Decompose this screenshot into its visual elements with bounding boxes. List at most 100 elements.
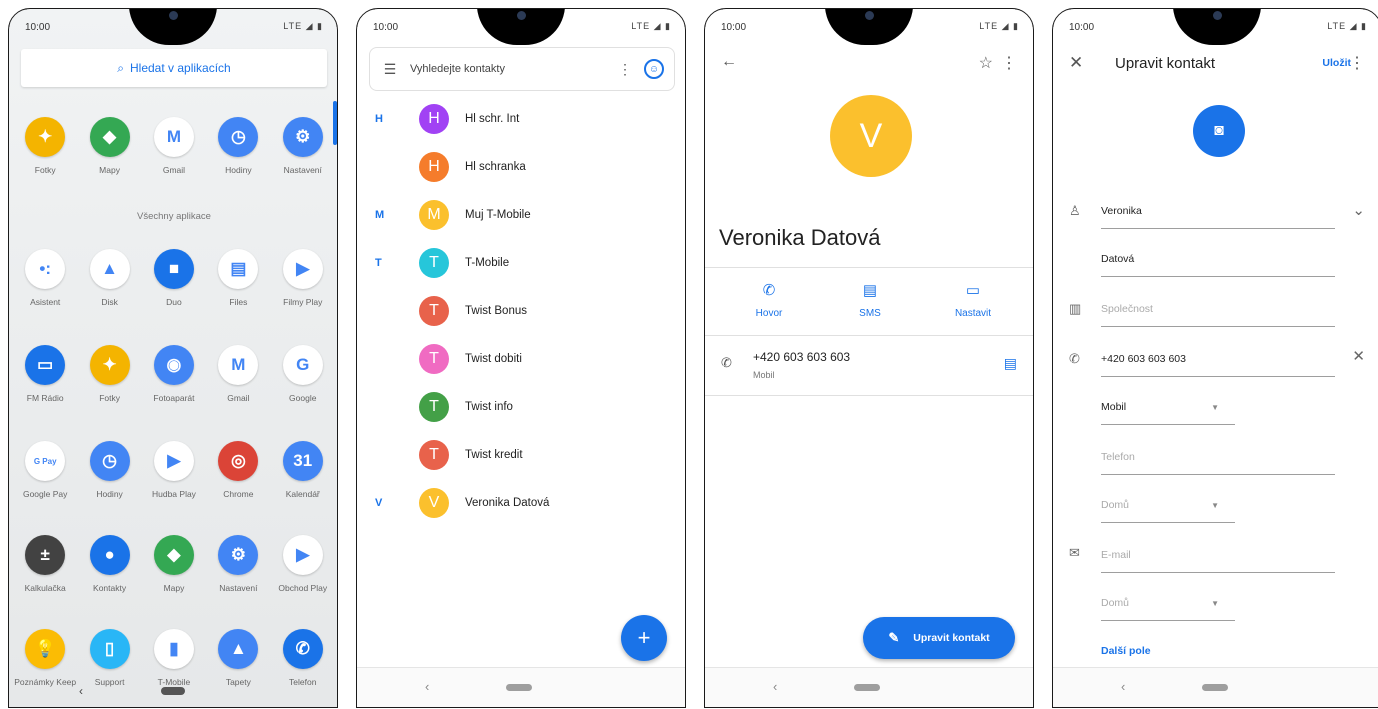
app-google[interactable]: G Google <box>271 345 335 403</box>
app-obchod-play[interactable]: ▶ Obchod Play <box>271 535 335 593</box>
add-photo-button[interactable]: ◙ <box>1193 105 1245 157</box>
home-button[interactable] <box>161 687 185 695</box>
phone-number-row[interactable]: ✆ +420 603 603 603 Mobil ▤ <box>705 339 1033 393</box>
back-button[interactable]: ‹ <box>1121 679 1125 694</box>
app-mapy[interactable]: ◆ Mapy <box>78 117 142 175</box>
contact-row[interactable]: T Twist info <box>357 383 685 431</box>
app-search-bar[interactable]: ⌕ Hledat v aplikacích <box>21 49 327 87</box>
close-icon[interactable]: ✕ <box>1069 53 1083 73</box>
camera-notch <box>1173 9 1261 45</box>
more-fields-button[interactable]: Další pole <box>1101 645 1151 657</box>
more-options-icon[interactable]: ⋮ <box>1349 53 1365 73</box>
phone-field[interactable]: +420 603 603 603 <box>1101 341 1335 377</box>
app-files[interactable]: ▤ Files <box>206 249 270 307</box>
app-hudba-play[interactable]: ▶ Hudba Play <box>142 441 206 499</box>
first-name-field[interactable]: Veronika <box>1101 193 1335 229</box>
phone-icon: ✆ <box>1069 351 1080 366</box>
message-icon[interactable]: ▤ <box>1004 355 1017 372</box>
app-label: Fotoaparát <box>153 393 195 403</box>
contact-row[interactable]: H Hl schranka <box>357 143 685 191</box>
drive-icon: ▲ <box>89 249 130 289</box>
edit-contact-button[interactable]: ✎ Upravit kontakt <box>863 617 1015 659</box>
app-label: Hodiny <box>225 165 252 175</box>
app-hodiny[interactable]: ◷ Hodiny <box>206 117 270 175</box>
home-button[interactable] <box>854 684 880 691</box>
app-fotoapar-t[interactable]: ◉ Fotoaparát <box>142 345 206 403</box>
app-kalkula-ka[interactable]: ± Kalkulačka <box>13 535 77 593</box>
divider <box>705 335 1033 336</box>
star-icon[interactable]: ☆ <box>979 53 993 73</box>
app-nastaven-[interactable]: ⚙ Nastavení <box>206 535 270 593</box>
nastavit-action-button[interactable]: ▭ Nastavit <box>933 281 1013 321</box>
divider <box>705 267 1033 268</box>
contact-row[interactable]: T T T-Mobile <box>357 239 685 287</box>
app-fotky[interactable]: ✦ Fotky <box>78 345 142 403</box>
last-name-field[interactable]: Datová <box>1101 241 1335 277</box>
app-label: Hodiny <box>96 489 123 499</box>
app-label: Google <box>289 393 317 403</box>
phone-type: Mobil <box>753 370 775 380</box>
app-kalend-[interactable]: 31 Kalendář <box>271 441 335 499</box>
app-google-pay[interactable]: G Pay Google Pay <box>13 441 77 499</box>
app-chrome[interactable]: ◎ Chrome <box>206 441 270 499</box>
app-label: Duo <box>166 297 182 307</box>
clear-icon[interactable]: ✕ <box>1352 347 1365 365</box>
contact-row[interactable]: H H Hl schr. Int <box>357 95 685 143</box>
app-pozn-mky-keep[interactable]: 💡 Poznámky Keep <box>13 629 77 687</box>
email-field[interactable]: E-mail <box>1101 537 1335 573</box>
more-options-icon[interactable]: ⋮ <box>1001 53 1017 73</box>
back-button[interactable]: ‹ <box>425 679 429 694</box>
app-kontakty[interactable]: ● Kontakty <box>78 535 142 593</box>
more-options-icon[interactable]: ⋮ <box>614 61 636 78</box>
app-duo[interactable]: ■ Duo <box>142 249 206 307</box>
add-contact-button[interactable]: + <box>621 615 667 661</box>
account-icon[interactable]: ☺ <box>644 59 664 79</box>
phone2-field[interactable]: Telefon <box>1101 439 1335 475</box>
chevron-down-icon[interactable]: ⌄ <box>1352 201 1365 219</box>
app-label: Google Pay <box>22 489 68 499</box>
app-telefon[interactable]: ✆ Telefon <box>271 629 335 687</box>
home-button[interactable] <box>506 684 532 691</box>
app-nastaven-[interactable]: ⚙ Nastavení <box>271 117 335 175</box>
phone-icon: ✆ <box>721 355 732 370</box>
app-fm-r-dio[interactable]: ▭ FM Rádio <box>13 345 77 403</box>
back-button[interactable]: ‹ <box>773 679 777 694</box>
app-gmail[interactable]: M Gmail <box>142 117 206 175</box>
status-indicators: LTE ◢ ▮ <box>1327 21 1367 31</box>
navigation-bar: ‹ <box>1053 667 1378 707</box>
contact-name: Muj T-Mobile <box>465 209 531 221</box>
contact-name: Twist dobiti <box>465 353 522 365</box>
calendar-icon: 31 <box>282 441 323 481</box>
email-type-select[interactable]: Domů ▼ <box>1101 585 1235 621</box>
app-disk[interactable]: ▲ Disk <box>78 249 142 307</box>
app-tapety[interactable]: ▲ Tapety <box>206 629 270 687</box>
contact-row[interactable]: T Twist dobiti <box>357 335 685 383</box>
app-t-mobile[interactable]: ▮ T-Mobile <box>142 629 206 687</box>
contact-row[interactable]: T Twist Bonus <box>357 287 685 335</box>
app-mapy[interactable]: ◆ Mapy <box>142 535 206 593</box>
contacts-search-bar[interactable]: ☰ Vyhledejte kontakty ⋮ ☺ <box>369 47 675 91</box>
save-button[interactable]: Uložit <box>1322 57 1351 69</box>
contact-row[interactable]: T Twist kredit <box>357 431 685 479</box>
contact-row[interactable]: M M Muj T-Mobile <box>357 191 685 239</box>
sms-action-button[interactable]: ▤ SMS <box>830 281 910 321</box>
back-button[interactable]: ‹ <box>79 684 83 698</box>
google-icon: G <box>282 345 323 385</box>
back-arrow-icon[interactable]: ← <box>721 53 737 71</box>
contacts-search-placeholder[interactable]: Vyhledejte kontakty <box>410 63 614 75</box>
phone2-type-select[interactable]: Domů ▼ <box>1101 487 1235 523</box>
app-asistent[interactable]: •: Asistent <box>13 249 77 307</box>
app-hodiny[interactable]: ◷ Hodiny <box>78 441 142 499</box>
home-button[interactable] <box>1202 684 1228 691</box>
contact-row[interactable]: V V Veronika Datová <box>357 479 685 527</box>
phone2-type-value: Domů <box>1101 499 1130 511</box>
app-filmy-play[interactable]: ▶ Filmy Play <box>271 249 335 307</box>
phone-type-select[interactable]: Mobil ▼ <box>1101 389 1235 425</box>
hovor-action-button[interactable]: ✆ Hovor <box>729 281 809 321</box>
menu-icon[interactable]: ☰ <box>370 61 410 78</box>
app-gmail[interactable]: M Gmail <box>206 345 270 403</box>
company-field[interactable]: Společnost <box>1101 291 1335 327</box>
app-support[interactable]: ▯ Support <box>78 629 142 687</box>
app-label: Fotky <box>34 165 56 175</box>
app-fotky[interactable]: ✦ Fotky <box>13 117 77 175</box>
